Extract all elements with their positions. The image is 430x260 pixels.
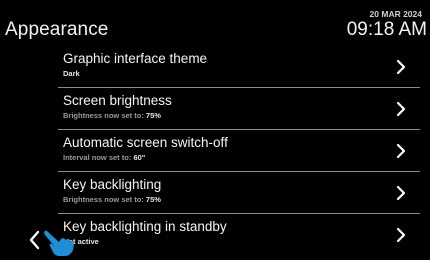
setting-item-status: Dark bbox=[63, 69, 80, 78]
time-display: 09:18 AM bbox=[346, 19, 427, 40]
chevron-right-icon bbox=[396, 101, 406, 117]
status-value: 60" bbox=[133, 153, 146, 162]
setting-item-interface-theme[interactable]: Graphic interface theme Dark bbox=[58, 46, 420, 88]
status-value: 75% bbox=[145, 111, 161, 120]
setting-item-label: Graphic interface theme bbox=[63, 51, 208, 66]
setting-item-status: Brightness now set to: 75% bbox=[63, 195, 161, 204]
setting-item-screen-switch-off[interactable]: Automatic screen switch-off Interval now… bbox=[58, 130, 420, 172]
date-display: 20 MAR 2024 bbox=[369, 9, 422, 19]
back-button[interactable] bbox=[28, 230, 42, 250]
chevron-right-icon bbox=[396, 227, 406, 243]
chevron-right-icon bbox=[396, 143, 406, 159]
setting-item-status: Brightness now set to: 75% bbox=[63, 111, 161, 120]
pointing-hand-icon bbox=[44, 230, 74, 256]
setting-item-label: Automatic screen switch-off bbox=[63, 135, 228, 150]
settings-list: Graphic interface theme Dark Screen brig… bbox=[58, 46, 420, 255]
page-title: Appearance bbox=[5, 19, 109, 40]
status-value: 75% bbox=[145, 195, 161, 204]
header-bar: Appearance 20 MAR 2024 09:18 AM bbox=[0, 0, 430, 44]
chevron-right-icon bbox=[396, 59, 406, 75]
chevron-right-icon bbox=[396, 185, 406, 201]
status-prefix: Interval now set to: bbox=[63, 153, 134, 162]
setting-item-label: Screen brightness bbox=[63, 93, 172, 108]
setting-item-label: Key backlighting in standby bbox=[63, 219, 227, 234]
setting-item-screen-brightness[interactable]: Screen brightness Brightness now set to:… bbox=[58, 88, 420, 130]
status-value: Dark bbox=[63, 69, 80, 78]
chevron-left-icon bbox=[29, 230, 40, 250]
setting-item-key-backlighting-standby[interactable]: Key backlighting in standby Not active bbox=[58, 214, 420, 255]
status-prefix: Brightness now set to: bbox=[63, 111, 146, 120]
setting-item-label: Key backlighting bbox=[63, 177, 162, 192]
setting-item-status: Interval now set to: 60" bbox=[63, 153, 145, 162]
setting-item-key-backlighting[interactable]: Key backlighting Brightness now set to: … bbox=[58, 172, 420, 214]
status-prefix: Brightness now set to: bbox=[63, 195, 146, 204]
